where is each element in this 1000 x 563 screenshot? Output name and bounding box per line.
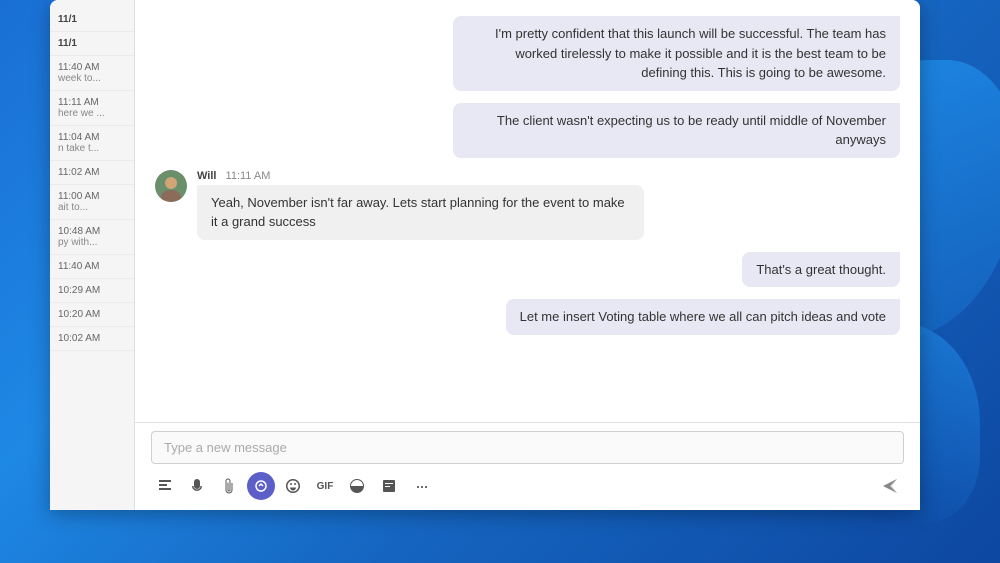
message-row-1: The client wasn't expecting us to be rea… (155, 103, 900, 158)
audio-icon[interactable] (183, 472, 211, 500)
chat-area: I'm pretty confident that this launch wi… (135, 0, 920, 510)
sidebar-time-11: 10:02 AM (58, 333, 126, 344)
sidebar-item-1[interactable]: 11/1 (50, 32, 134, 56)
message-meta-2: Will 11:11 AM (197, 170, 644, 182)
sidebar-item-9[interactable]: 10:29 AM (50, 279, 134, 303)
sidebar-preview-2: week to... (58, 73, 126, 84)
sidebar-time-8: 11:40 AM (58, 261, 126, 272)
sticker-icon[interactable] (343, 472, 371, 500)
sidebar-time-9: 10:29 AM (58, 285, 126, 296)
send-button[interactable] (876, 472, 904, 500)
sidebar-date-1: 11/1 (58, 38, 126, 49)
message-content-3: That's a great thought. (742, 252, 900, 288)
message-row-4: Let me insert Voting table where we all … (155, 299, 900, 335)
message-row-2: Will 11:11 AM Yeah, November isn't far a… (155, 170, 900, 240)
bubble-2: Yeah, November isn't far away. Lets star… (197, 185, 644, 240)
message-input[interactable]: Type a new message (151, 431, 904, 464)
sidebar-item-5[interactable]: 11:02 AM (50, 161, 134, 185)
sidebar-item-7[interactable]: 10:48 AM py with... (50, 220, 134, 255)
sidebar-item-10[interactable]: 10:20 AM (50, 303, 134, 327)
emoji-icon[interactable] (279, 472, 307, 500)
sidebar-time-2: 11:40 AM (58, 62, 126, 73)
sidebar-time-5: 11:02 AM (58, 167, 126, 178)
sidebar-time-6: 11:00 AM (58, 191, 126, 202)
sidebar: 11/1 11/1 11:40 AM week to... 11:11 AM h… (50, 0, 135, 510)
message-content-4: Let me insert Voting table where we all … (506, 299, 900, 335)
messages-list: I'm pretty confident that this launch wi… (135, 0, 920, 422)
sidebar-preview-7: py with... (58, 237, 126, 248)
bubble-3: That's a great thought. (742, 252, 900, 288)
sidebar-item-2[interactable]: 11:40 AM week to... (50, 56, 134, 91)
sidebar-time-7: 10:48 AM (58, 226, 126, 237)
sidebar-time-3: 11:11 AM (58, 97, 126, 108)
message-content-2: Will 11:11 AM Yeah, November isn't far a… (197, 170, 644, 240)
attach-icon[interactable] (215, 472, 243, 500)
sidebar-time-4: 11:04 AM (58, 132, 126, 143)
sidebar-item-0[interactable]: 11/1 (50, 8, 134, 32)
message-content-1: The client wasn't expecting us to be rea… (453, 103, 900, 158)
message-row-0: I'm pretty confident that this launch wi… (155, 16, 900, 91)
format-icon[interactable] (151, 472, 179, 500)
sidebar-item-4[interactable]: 11:04 AM n take t... (50, 126, 134, 161)
sidebar-preview-6: ait to... (58, 202, 126, 213)
sidebar-item-11[interactable]: 10:02 AM (50, 327, 134, 351)
bubble-1: The client wasn't expecting us to be rea… (453, 103, 900, 158)
gif-icon[interactable]: GIF (311, 472, 339, 500)
sidebar-preview-4: n take t... (58, 143, 126, 154)
bubble-0: I'm pretty confident that this launch wi… (453, 16, 900, 91)
message-row-3: That's a great thought. (155, 252, 900, 288)
message-time-2: 11:11 AM (226, 170, 271, 182)
message-content-0: I'm pretty confident that this launch wi… (453, 16, 900, 91)
sender-name-2: Will (197, 170, 216, 182)
toolbar: GIF ··· (151, 472, 904, 500)
sidebar-time-10: 10:20 AM (58, 309, 126, 320)
sidebar-preview-3: here we ... (58, 108, 126, 119)
sidebar-item-3[interactable]: 11:11 AM here we ... (50, 91, 134, 126)
more-options-icon[interactable]: ··· (407, 472, 435, 500)
avatar-will (155, 170, 187, 202)
schedule-icon[interactable] (375, 472, 403, 500)
input-area: Type a new message (135, 422, 920, 510)
sidebar-date-0: 11/1 (58, 14, 126, 25)
sidebar-item-8[interactable]: 11:40 AM (50, 255, 134, 279)
bubble-4: Let me insert Voting table where we all … (506, 299, 900, 335)
teams-window: 11/1 11/1 11:40 AM week to... 11:11 AM h… (50, 0, 920, 510)
loop-icon[interactable] (247, 472, 275, 500)
sidebar-item-6[interactable]: 11:00 AM ait to... (50, 185, 134, 220)
